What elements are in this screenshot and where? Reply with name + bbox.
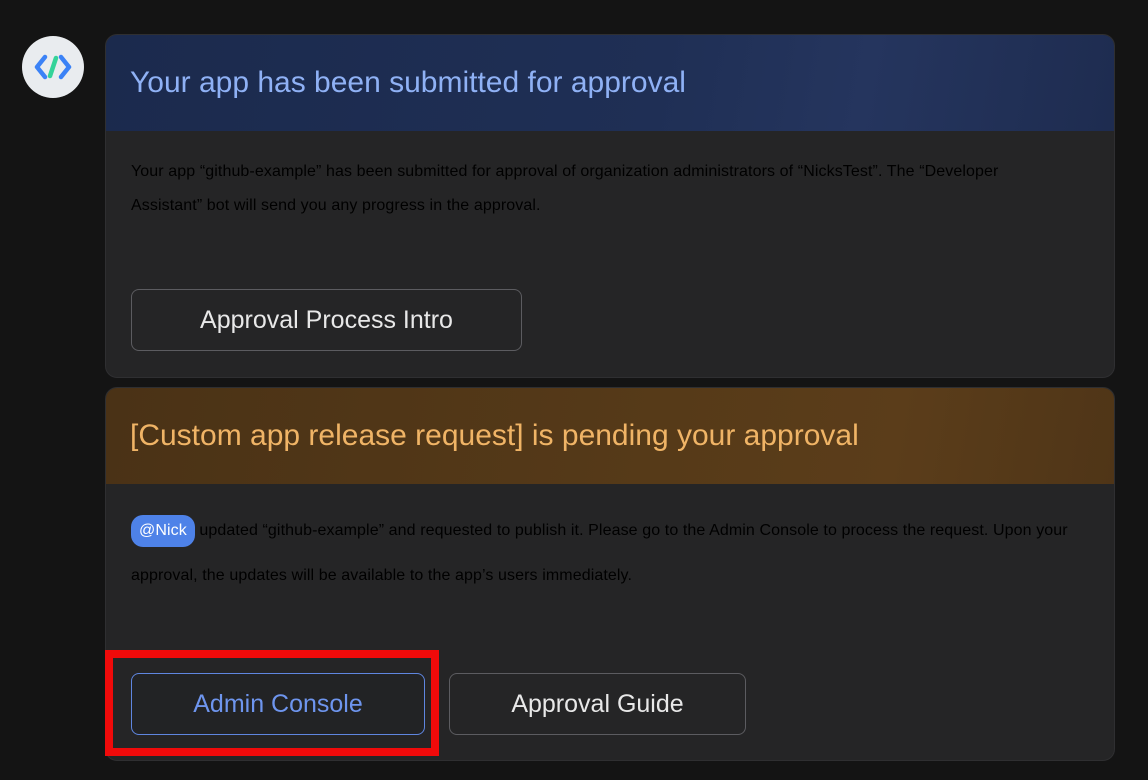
submission-card-header: Your app has been submitted for approval bbox=[106, 35, 1114, 131]
release-request-card: [Custom app release request] is pending … bbox=[105, 387, 1115, 761]
bot-avatar[interactable] bbox=[22, 36, 84, 98]
release-request-body-text: updated “github-example” and requested t… bbox=[131, 522, 1068, 584]
code-brackets-icon bbox=[34, 54, 72, 80]
submission-card-title: Your app has been submitted for approval bbox=[130, 66, 686, 99]
admin-console-button[interactable]: Admin Console bbox=[131, 673, 425, 735]
approval-guide-button[interactable]: Approval Guide bbox=[449, 673, 746, 735]
release-request-card-title: [Custom app release request] is pending … bbox=[130, 419, 859, 452]
release-request-card-body: @Nick updated “github-example” and reque… bbox=[131, 508, 1081, 598]
user-mention[interactable]: @Nick bbox=[131, 515, 195, 547]
release-request-card-header: [Custom app release request] is pending … bbox=[106, 388, 1114, 484]
chat-stage: Your app has been submitted for approval… bbox=[0, 0, 1148, 780]
submission-card: Your app has been submitted for approval… bbox=[105, 34, 1115, 378]
approval-process-intro-button[interactable]: Approval Process Intro bbox=[131, 289, 522, 351]
submission-card-body: Your app “github-example” has been submi… bbox=[131, 163, 999, 214]
